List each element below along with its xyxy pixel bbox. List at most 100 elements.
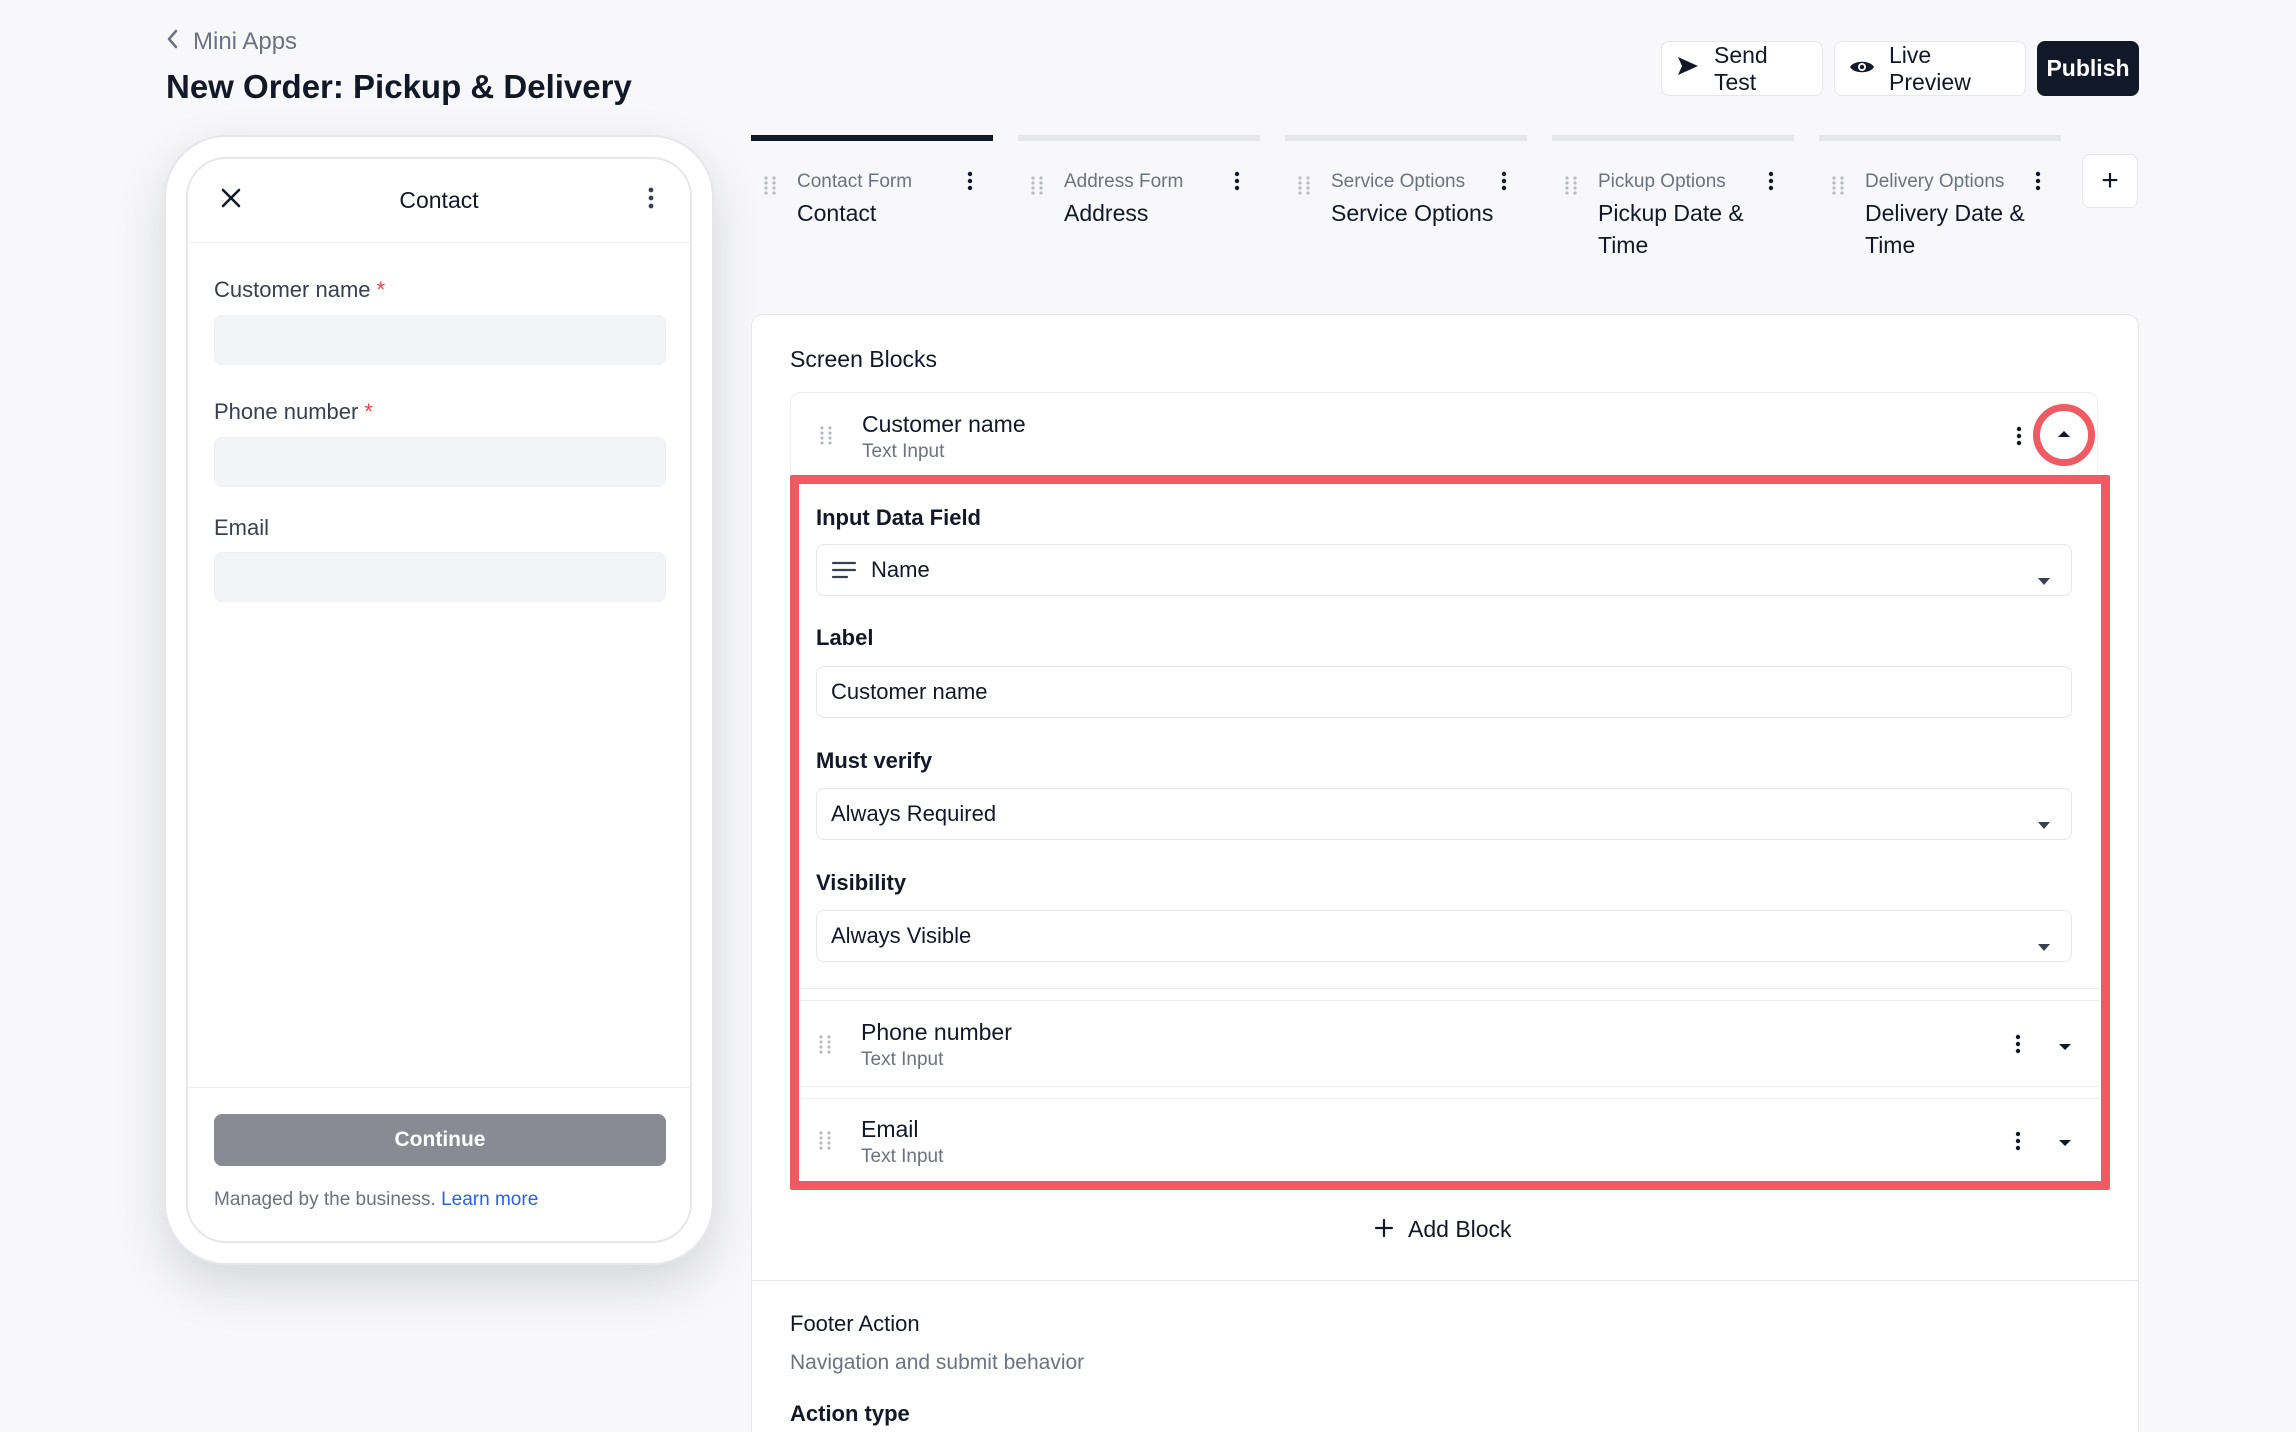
more-vertical-icon[interactable] <box>1501 171 1507 191</box>
managed-note: Managed by the business. Learn more <box>214 1189 539 1210</box>
label-input[interactable]: Customer name <box>816 666 2072 718</box>
back-link[interactable]: Mini Apps <box>165 26 297 57</box>
drag-handle-icon[interactable] <box>1030 175 1044 195</box>
input-data-field-value: Name <box>871 557 930 582</box>
footer-action-subtitle: Navigation and submit behavior <box>790 1351 1085 1374</box>
action-type-label: Action type <box>790 1401 910 1426</box>
phone-phone-number-input[interactable] <box>214 437 666 487</box>
tab-address[interactable]: Address Form Address <box>1018 135 1260 275</box>
live-preview-label: Live Preview <box>1889 41 1971 95</box>
tab-name: Contact <box>797 200 877 226</box>
phone-customer-name-input[interactable] <box>214 315 666 365</box>
tab-kind: Address Form <box>1064 171 1184 192</box>
must-verify-value: Always Required <box>831 801 997 826</box>
drag-handle-icon[interactable] <box>819 425 833 445</box>
input-data-field-label: Input Data Field <box>816 505 981 530</box>
chevron-up-icon <box>2056 426 2072 444</box>
block-divider <box>800 1000 2100 1001</box>
tab-delivery-options[interactable]: Delivery Options Delivery Date & Time <box>1819 135 2061 275</box>
send-test-button[interactable]: Send Test <box>1661 41 1823 96</box>
footer-action-title: Footer Action <box>790 1311 920 1336</box>
caret-down-icon <box>2037 566 2051 585</box>
send-icon <box>1676 55 1700 83</box>
back-link-label: Mini Apps <box>193 27 298 55</box>
chevron-down-icon[interactable] <box>2056 1136 2074 1148</box>
phone-top-bar: Contact <box>188 159 690 243</box>
add-screen-button[interactable]: + <box>2082 154 2138 208</box>
learn-more-link[interactable]: Learn more <box>441 1189 538 1210</box>
drag-handle-icon[interactable] <box>1831 175 1845 195</box>
chevron-left-icon <box>165 26 179 57</box>
phone-field-label-email: Email <box>214 515 270 540</box>
block-divider <box>800 1086 2100 1087</box>
required-asterisk: * <box>376 277 386 302</box>
more-vertical-icon[interactable] <box>2015 1131 2021 1151</box>
more-vertical-icon[interactable] <box>648 187 654 209</box>
more-vertical-icon[interactable] <box>1768 171 1774 191</box>
input-data-field-select[interactable]: Name <box>816 544 2072 596</box>
block-customer-name[interactable]: Customer name Text Input <box>790 392 2098 476</box>
tab-indicator <box>1819 135 2061 141</box>
screen-blocks-title: Screen Blocks <box>790 346 938 372</box>
plus-icon <box>1374 1214 1394 1244</box>
phone-screen-title: Contact <box>399 187 479 213</box>
drag-handle-icon[interactable] <box>1564 175 1578 195</box>
tab-indicator <box>751 135 993 141</box>
tab-name: Pickup Date & Time <box>1598 200 1744 258</box>
tab-name: Service Options <box>1331 200 1494 226</box>
block-type: Text Input <box>861 1146 944 1167</box>
chevron-down-icon[interactable] <box>2056 1040 2074 1052</box>
drag-handle-icon[interactable] <box>818 1130 832 1150</box>
tab-pickup-options[interactable]: Pickup Options Pickup Date & Time <box>1552 135 1794 275</box>
phone-screen: Contact Customer name * Phone number * Ema… <box>186 157 692 1243</box>
more-vertical-icon[interactable] <box>967 171 973 191</box>
add-block-button[interactable]: Add Block <box>1374 1214 1512 1244</box>
more-vertical-icon[interactable] <box>1234 171 1240 191</box>
tab-name: Address <box>1064 200 1149 226</box>
phone-email-input[interactable] <box>214 552 666 602</box>
caret-down-icon <box>2037 932 2051 951</box>
footer-divider <box>751 1280 2139 1281</box>
drag-handle-icon[interactable] <box>818 1034 832 1054</box>
phone-field-label-phone-number: Phone number * <box>214 399 373 424</box>
continue-button[interactable]: Continue <box>214 1114 666 1166</box>
visibility-value: Always Visible <box>831 923 972 948</box>
more-vertical-icon[interactable] <box>2016 426 2022 446</box>
block-phone-number[interactable]: Phone number Text Input <box>790 1002 2098 1086</box>
tab-kind: Contact Form <box>797 171 913 192</box>
publish-button[interactable]: Publish <box>2037 41 2139 96</box>
more-vertical-icon[interactable] <box>2035 171 2041 191</box>
must-verify-select[interactable]: Always Required <box>816 788 2072 840</box>
block-name: Phone number <box>861 1019 1012 1045</box>
page-title: New Order: Pickup & Delivery <box>166 68 632 105</box>
tab-indicator <box>1552 135 1794 141</box>
send-test-label: Send Test <box>1714 41 1768 95</box>
block-email[interactable]: Email Text Input <box>790 1100 2098 1182</box>
visibility-select[interactable]: Always Visible <box>816 910 2072 962</box>
collapse-block-button[interactable] <box>2033 404 2095 466</box>
tab-contact[interactable]: Contact Form Contact <box>751 135 993 275</box>
required-asterisk: * <box>364 399 373 424</box>
more-vertical-icon[interactable] <box>2015 1034 2021 1054</box>
tab-indicator <box>1285 135 1527 141</box>
drag-handle-icon[interactable] <box>1297 175 1311 195</box>
eye-icon <box>1849 55 1875 82</box>
caret-down-icon <box>2037 810 2051 829</box>
text-lines-icon <box>831 560 857 580</box>
tab-kind: Service Options <box>1331 171 1466 192</box>
tab-service-options[interactable]: Service Options Service Options <box>1285 135 1527 275</box>
drag-handle-icon[interactable] <box>763 175 777 195</box>
tab-indicator <box>1018 135 1260 141</box>
screen-editor-panel <box>751 314 2139 1432</box>
block-divider <box>800 1098 2100 1099</box>
live-preview-button[interactable]: Live Preview <box>1834 41 2026 96</box>
block-name: Email <box>861 1116 919 1142</box>
block-name: Customer name <box>862 411 1026 437</box>
visibility-label: Visibility <box>816 870 907 895</box>
tab-name: Delivery Date & Time <box>1865 200 2025 258</box>
phone-footer-divider <box>188 1087 690 1088</box>
tab-kind: Delivery Options <box>1865 171 2005 192</box>
label-field-label: Label <box>816 625 874 650</box>
block-type: Text Input <box>861 1049 944 1070</box>
label-input-value: Customer name <box>831 679 988 704</box>
